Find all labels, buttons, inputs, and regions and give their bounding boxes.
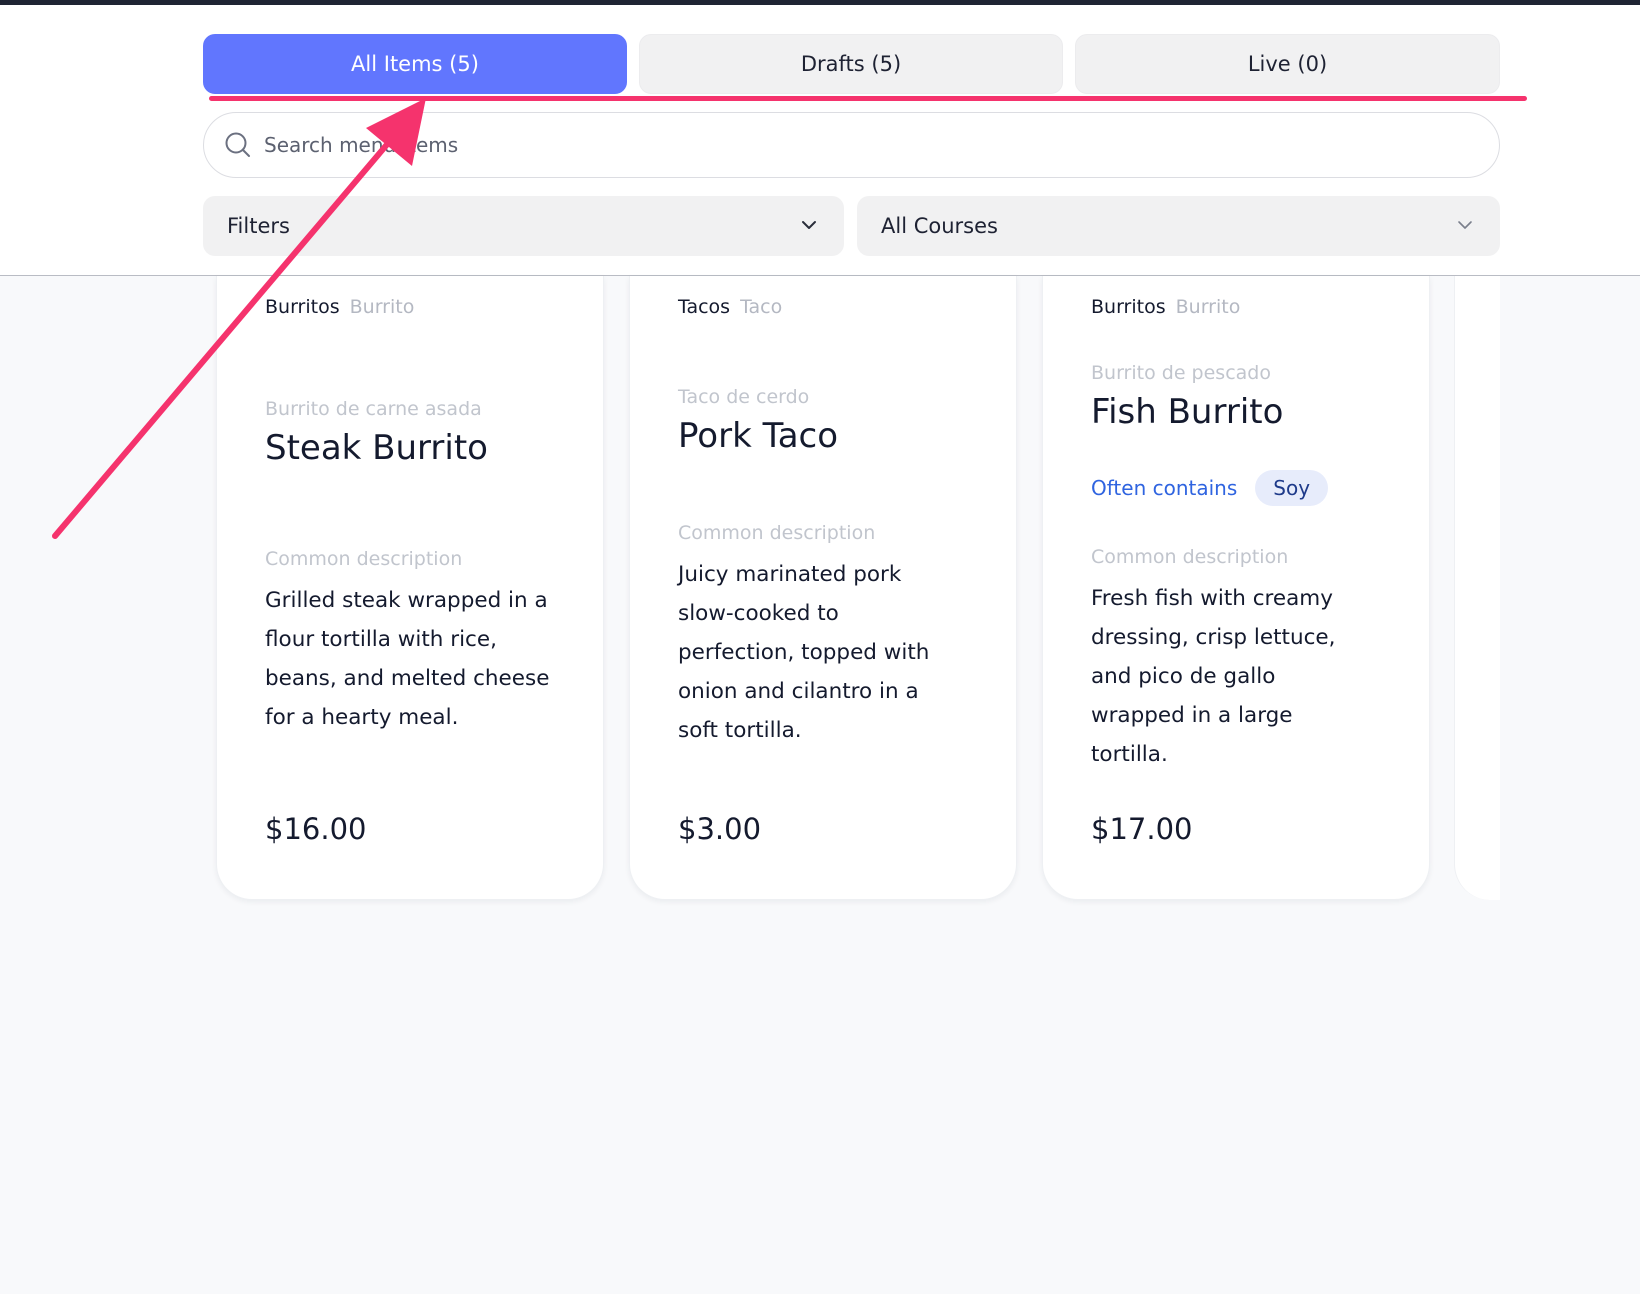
description-label: Common description	[1091, 546, 1289, 568]
tab-drafts[interactable]: Drafts (5)	[639, 34, 1063, 94]
allergen-label: Often contains	[1091, 476, 1238, 500]
menu-item-card[interactable]: Burritos Burrito Burrito de carne asada S…	[216, 276, 604, 900]
item-alt-name: Burrito de carne asada	[265, 398, 482, 420]
search-bar[interactable]	[203, 112, 1500, 178]
card-category: Burritos Burrito	[265, 296, 414, 318]
item-price: $16.00	[265, 812, 367, 846]
item-alt-name: Taco de cerdo	[678, 386, 810, 408]
courses-dropdown[interactable]: All Courses	[857, 196, 1500, 256]
chevron-down-icon	[802, 221, 816, 229]
category-alt-name: Burrito	[1175, 296, 1241, 318]
item-description: Juicy marinated pork slow-cooked to perf…	[678, 562, 930, 743]
item-description: Grilled steak wrapped in a flour tortill…	[265, 588, 550, 730]
category-name: Burritos	[265, 296, 340, 318]
card-category: Burritos Burrito	[1091, 296, 1240, 318]
description-label: Common description	[265, 548, 463, 570]
tab-live[interactable]: Live (0)	[1075, 34, 1500, 94]
category-alt-name: Burrito	[349, 296, 415, 318]
search-input[interactable]	[264, 133, 1364, 157]
menu-item-card-partial[interactable]	[1454, 276, 1500, 900]
chevron-down-icon	[1458, 221, 1472, 229]
item-price: $3.00	[678, 812, 762, 846]
item-alt-name: Burrito de pescado	[1091, 362, 1271, 384]
tab-all-items[interactable]: All Items (5)	[203, 34, 627, 94]
description-label: Common description	[678, 522, 876, 544]
status-tabs: All Items (5) Drafts (5) Live (0)	[203, 34, 1500, 94]
item-name: Fish Burrito	[1091, 392, 1284, 432]
menu-item-card[interactable]: Burritos Burrito Burrito de pescado Fish …	[1042, 276, 1430, 900]
item-description: Fresh fish with creamy dressing, crisp l…	[1091, 586, 1336, 767]
card-category: Tacos Taco	[678, 296, 782, 318]
allergen-row: Often contains Soy	[1091, 470, 1329, 506]
header-panel: All Items (5) Drafts (5) Live (0) Filter…	[0, 5, 1640, 276]
allergen-badge: Soy	[1255, 470, 1329, 506]
item-name: Steak Burrito	[265, 428, 488, 468]
category-name: Tacos	[678, 296, 731, 318]
filters-label: Filters	[227, 214, 290, 238]
tab-underline-annotation	[209, 96, 1527, 101]
item-price: $17.00	[1091, 812, 1193, 846]
category-name: Burritos	[1091, 296, 1166, 318]
search-icon	[225, 132, 250, 157]
courses-label: All Courses	[881, 214, 998, 238]
category-alt-name: Taco	[740, 296, 783, 318]
filters-dropdown[interactable]: Filters	[203, 196, 844, 256]
item-name: Pork Taco	[678, 416, 839, 456]
menu-item-card[interactable]: Tacos Taco Taco de cerdo Pork Taco Common…	[629, 276, 1017, 900]
